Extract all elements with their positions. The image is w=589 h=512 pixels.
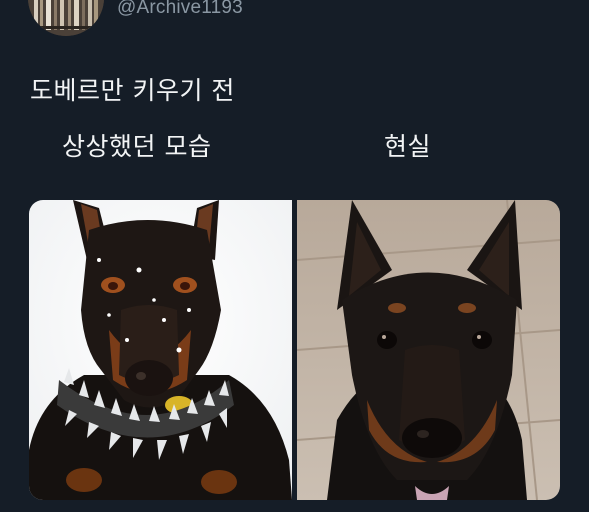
caption-reality: 현실 [384, 132, 432, 161]
photo-reality-doberman[interactable] [297, 200, 560, 500]
tweet-text: 도베르만 키우기 전 [30, 76, 235, 105]
caption-imagined: 상상했던 모습 [62, 132, 212, 161]
tweet-card: @Archive1193 도베르만 키우기 전 상상했던 모습 현실 [0, 0, 589, 512]
avatar-bookshelf-icon [28, 0, 104, 36]
tweet-media[interactable] [29, 200, 560, 500]
user-handle[interactable]: @Archive1193 [117, 0, 243, 19]
photo-imagined-doberman[interactable] [29, 200, 292, 500]
user-avatar[interactable] [28, 0, 104, 36]
